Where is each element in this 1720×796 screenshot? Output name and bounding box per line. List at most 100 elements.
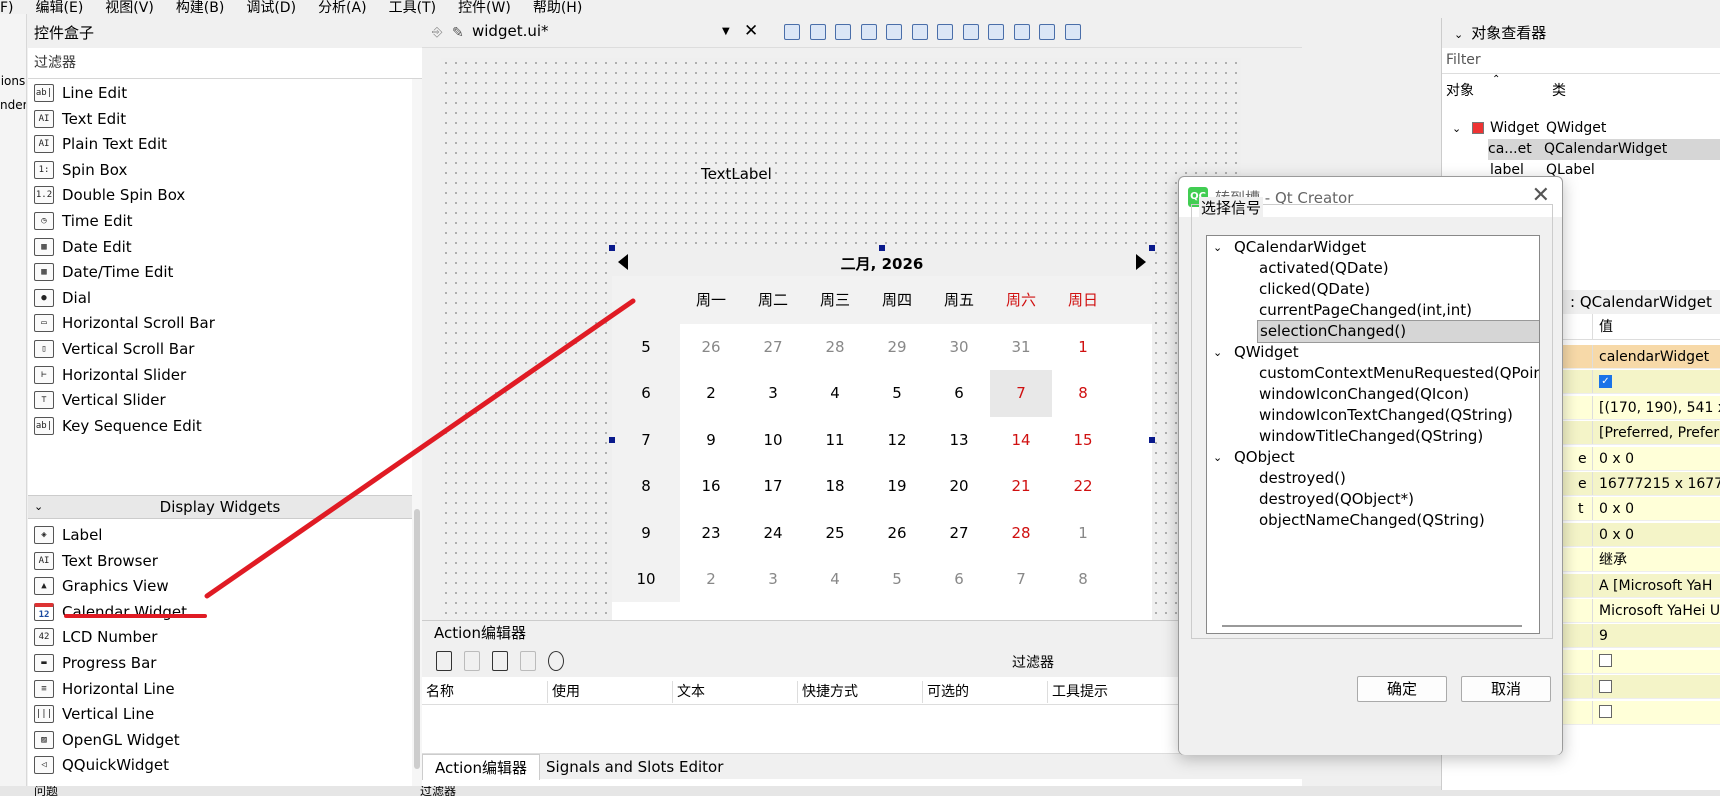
delete-action-icon[interactable] bbox=[520, 651, 536, 671]
widget-box-item[interactable]: ab| Line Edit bbox=[28, 79, 412, 107]
layout-tool-icon[interactable] bbox=[809, 24, 826, 40]
property-value[interactable]: 0 x 0 bbox=[1592, 446, 1634, 470]
calendar-day[interactable]: 11 bbox=[804, 417, 866, 463]
checkbox[interactable] bbox=[1599, 654, 1612, 668]
selection-handle[interactable] bbox=[879, 245, 885, 251]
action-column-header[interactable]: 快捷方式 bbox=[797, 681, 858, 703]
menu-item[interactable]: 控件(W) bbox=[458, 1, 511, 14]
widget-box-item[interactable]: ab| Key Sequence Edit bbox=[28, 412, 412, 440]
property-value[interactable]: A [Microsoft YaH bbox=[1592, 573, 1712, 597]
widget-box-item[interactable]: ▯ Vertical Scroll Bar bbox=[28, 335, 412, 363]
calendar-day[interactable]: 6 bbox=[928, 370, 990, 416]
signal-class-node[interactable]: ⌄ QObject bbox=[1207, 447, 1539, 468]
property-value[interactable]: [Preferred, Prefer bbox=[1592, 421, 1719, 445]
widget-box-item[interactable]: ▭ Horizontal Scroll Bar bbox=[28, 309, 412, 337]
chevron-down-icon[interactable]: ⌄ bbox=[1213, 447, 1222, 468]
property-value[interactable]: ✓ bbox=[1592, 370, 1612, 394]
issues-label[interactable]: 问题 bbox=[34, 786, 58, 796]
menu-item[interactable]: 调试(D) bbox=[246, 1, 296, 14]
calendar-day[interactable]: 16 bbox=[680, 463, 742, 509]
signal-tree[interactable]: ⌄ QCalendarWidget activated(QDate) clicked(… bbox=[1206, 235, 1540, 634]
calendar-day[interactable]: 28 bbox=[990, 510, 1052, 556]
calendar-month-title[interactable]: 二月, 2026 bbox=[612, 253, 1152, 274]
layout-tool-icon[interactable] bbox=[1064, 24, 1081, 40]
calendar-day[interactable]: 4 bbox=[804, 370, 866, 416]
property-value[interactable]: 9 bbox=[1592, 624, 1608, 648]
checkbox[interactable] bbox=[1599, 679, 1612, 693]
widget-box-item[interactable]: ◁ QQuickWidget bbox=[28, 751, 412, 779]
property-value[interactable] bbox=[1592, 675, 1612, 699]
calendar-day[interactable]: 7 bbox=[990, 556, 1052, 602]
next-month-arrow-icon[interactable] bbox=[1136, 254, 1146, 270]
layout-tool-icon[interactable] bbox=[860, 24, 877, 40]
action-column-header[interactable]: 工具提示 bbox=[1047, 681, 1108, 703]
checkbox[interactable] bbox=[1599, 705, 1612, 719]
calendar-day[interactable]: 12 bbox=[866, 417, 928, 463]
property-value[interactable]: 继承 bbox=[1592, 548, 1627, 572]
widget-box-item[interactable]: AI Text Edit bbox=[28, 105, 412, 133]
widget-box-item[interactable]: ◈ Label bbox=[28, 521, 412, 549]
new-action-icon[interactable] bbox=[436, 651, 452, 671]
signal-class-node[interactable]: ⌄ QCalendarWidget bbox=[1207, 237, 1539, 258]
menu-item[interactable]: 视图(V) bbox=[105, 1, 154, 14]
calendar-day[interactable]: 29 bbox=[866, 324, 928, 370]
widget-box-item[interactable]: ◷ Time Edit bbox=[28, 207, 412, 235]
cancel-button[interactable]: 取消 bbox=[1461, 676, 1551, 702]
signal-item[interactable]: activated(QDate) bbox=[1207, 258, 1539, 279]
layout-tool-icon[interactable] bbox=[911, 24, 928, 40]
widget-box-item[interactable]: ▨ OpenGL Widget bbox=[28, 726, 412, 754]
calendar-day[interactable]: 6 bbox=[928, 556, 990, 602]
widget-box-item[interactable]: ≡ Horizontal Line bbox=[28, 675, 412, 703]
calendar-day[interactable]: 19 bbox=[866, 463, 928, 509]
signal-item[interactable]: selectionChanged() bbox=[1207, 320, 1539, 343]
menu-item[interactable]: F) bbox=[0, 1, 14, 14]
widget-box-item[interactable]: 12 Calendar Widget bbox=[28, 598, 412, 626]
layout-tool-icon[interactable] bbox=[784, 24, 800, 40]
layout-tool-icon[interactable] bbox=[835, 24, 851, 40]
calendar-widget[interactable]: 二月, 2026 周一 周二 周三 周四 周五 周六 周日 5 26 27 28 29 30 31 1 6 2… bbox=[612, 248, 1152, 620]
action-column-header[interactable]: 可选的 bbox=[922, 681, 969, 703]
bottom-tab[interactable]: Action编辑器 bbox=[422, 754, 540, 780]
calendar-day[interactable]: 31 bbox=[990, 324, 1052, 370]
column-class[interactable]: 类 bbox=[1552, 80, 1566, 100]
mode-label[interactable]: ions bbox=[0, 74, 26, 88]
widget-box-item[interactable]: ⊤ Vertical Slider bbox=[28, 386, 412, 414]
calendar-day[interactable]: 21 bbox=[990, 463, 1052, 509]
action-column-header[interactable]: 文本 bbox=[672, 681, 705, 703]
object-tree-row[interactable]: ⌄ Widget QWidget bbox=[1442, 118, 1720, 139]
calendar-day[interactable]: 5 bbox=[866, 370, 928, 416]
signal-item[interactable]: destroyed() bbox=[1207, 468, 1539, 489]
object-tree-row[interactable]: ca...et QCalendarWidget bbox=[1488, 139, 1720, 160]
copy-action-icon[interactable] bbox=[464, 651, 480, 671]
property-value[interactable]: 0 x 0 bbox=[1592, 522, 1634, 546]
calendar-day[interactable]: 13 bbox=[928, 417, 990, 463]
layout-tool-icon[interactable] bbox=[988, 24, 1004, 40]
chevron-down-icon[interactable]: ⌄ bbox=[1213, 342, 1222, 363]
calendar-day[interactable]: 4 bbox=[804, 556, 866, 602]
selection-handle[interactable] bbox=[1149, 437, 1155, 443]
calendar-day[interactable]: 27 bbox=[742, 324, 804, 370]
bottom-tab[interactable]: Signals and Slots Editor bbox=[534, 754, 735, 780]
calendar-day[interactable]: 18 bbox=[804, 463, 866, 509]
calendar-day[interactable]: 26 bbox=[866, 510, 928, 556]
property-value[interactable]: calendarWidget bbox=[1592, 345, 1709, 368]
signal-class-node[interactable]: ⌄ QWidget bbox=[1207, 342, 1539, 363]
calendar-day[interactable]: 3 bbox=[742, 370, 804, 416]
menu-item[interactable]: 构建(B) bbox=[176, 1, 225, 14]
paste-action-icon[interactable] bbox=[492, 651, 508, 671]
document-name[interactable]: widget.ui* bbox=[472, 22, 549, 40]
calendar-day[interactable]: 26 bbox=[680, 324, 742, 370]
widget-box-item[interactable]: ▦ Date/Time Edit bbox=[28, 258, 412, 286]
widget-box-item[interactable]: ▬ Progress Bar bbox=[28, 649, 412, 677]
chevron-down-icon[interactable]: ⌄ bbox=[1213, 237, 1222, 258]
widget-box-item[interactable]: ▦ Date Edit bbox=[28, 233, 412, 261]
calendar-day[interactable]: 22 bbox=[1052, 463, 1114, 509]
property-value[interactable] bbox=[1592, 700, 1612, 724]
signal-item[interactable]: currentPageChanged(int,int) bbox=[1207, 300, 1539, 321]
widget-box-item[interactable]: 1.2 Double Spin Box bbox=[28, 181, 412, 209]
object-filter-input[interactable]: Filter bbox=[1442, 48, 1720, 74]
calendar-day[interactable]: 24 bbox=[742, 510, 804, 556]
signal-item[interactable]: windowIconChanged(QIcon) bbox=[1207, 384, 1539, 405]
selection-handle[interactable] bbox=[609, 437, 615, 443]
property-value[interactable]: 0 x 0 bbox=[1592, 497, 1634, 521]
